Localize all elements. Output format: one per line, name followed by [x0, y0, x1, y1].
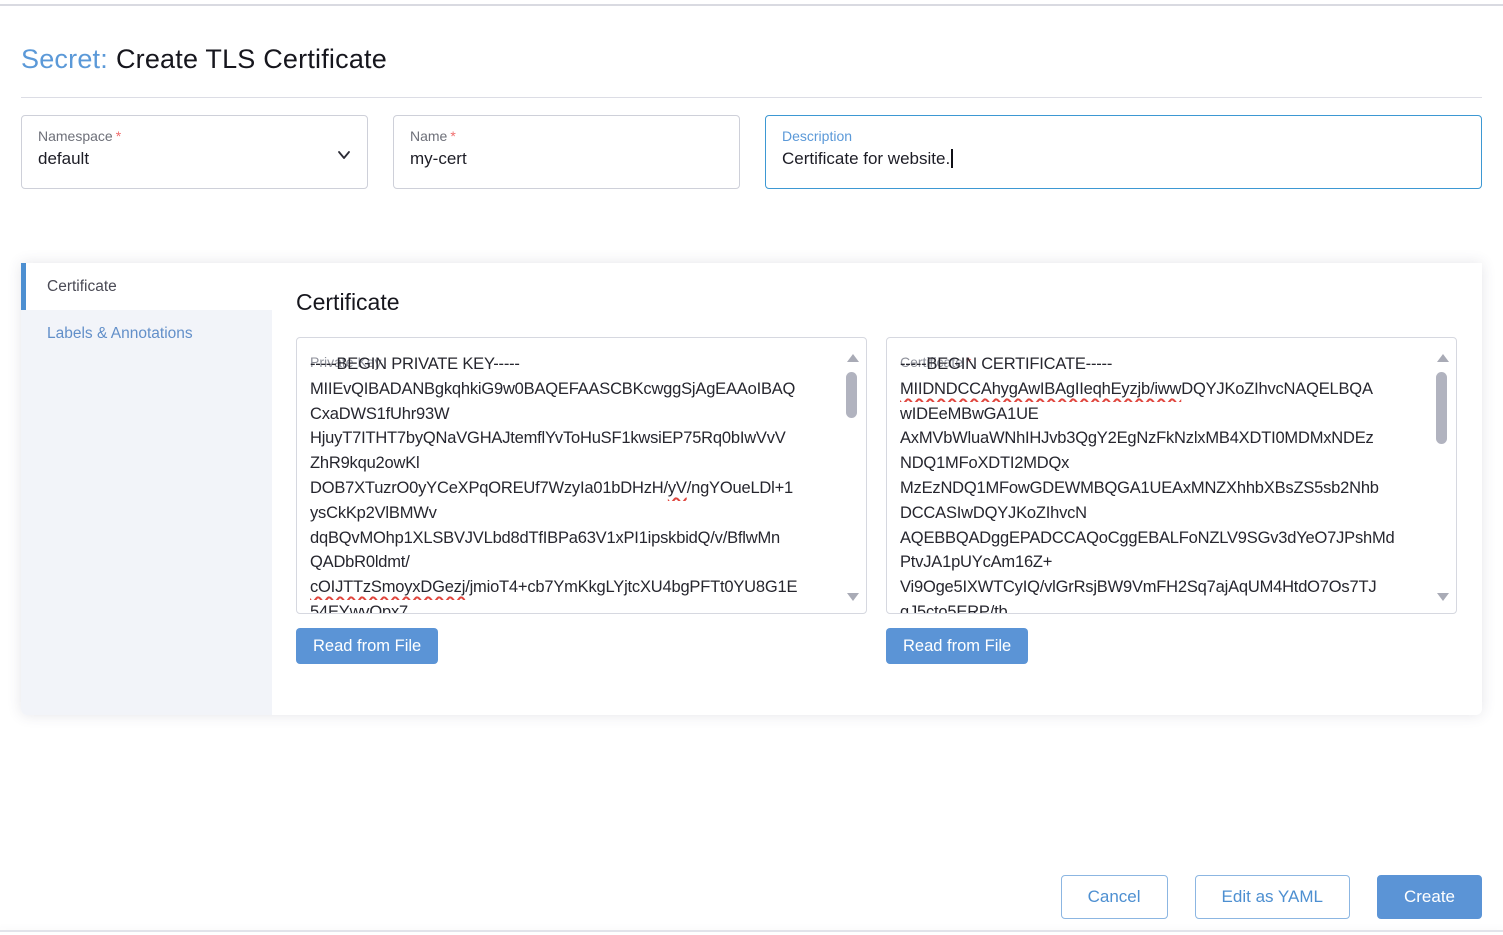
footer-actions: Cancel Edit as YAML Create	[1061, 875, 1482, 919]
name-label: Name*	[410, 128, 723, 144]
scroll-down-icon[interactable]	[847, 593, 859, 601]
top-divider	[0, 4, 1503, 6]
private-key-column: Private Key -----BEGIN PRIVATE KEY-----M…	[296, 337, 867, 664]
namespace-required-mark: *	[116, 128, 121, 144]
certificate-section-heading: Certificate	[296, 289, 1457, 316]
certificate-text: -----BEGIN CERTIFICATE-----MIIDNDCCAhygA…	[900, 352, 1422, 614]
page-title-resource-type: Secret:	[21, 44, 108, 74]
description-label: Description	[782, 128, 1465, 144]
certificate-scrollbar[interactable]	[1435, 338, 1451, 613]
metadata-form-row: Namespace* default Name* my-cert Descrip…	[21, 115, 1482, 189]
page-title-action: Create TLS Certificate	[116, 44, 387, 74]
private-key-read-from-file-button[interactable]: Read from File	[296, 628, 438, 664]
tab-certificate[interactable]: Certificate	[21, 263, 272, 310]
name-field[interactable]: Name* my-cert	[393, 115, 740, 189]
scrollbar-thumb[interactable]	[846, 372, 857, 418]
title-divider	[21, 97, 1482, 98]
tab-sidebar: Certificate Labels & Annotations	[21, 263, 272, 715]
description-field[interactable]: Description Certificate for website.	[765, 115, 1482, 189]
name-value: my-cert	[410, 149, 723, 169]
page-title: Secret: Create TLS Certificate	[21, 44, 387, 75]
certificate-inputs-row: Private Key -----BEGIN PRIVATE KEY-----M…	[296, 337, 1457, 664]
create-tls-secret-page: Secret: Create TLS Certificate Namespace*…	[0, 0, 1503, 935]
namespace-select[interactable]: Namespace* default	[21, 115, 368, 189]
create-button[interactable]: Create	[1377, 875, 1482, 919]
bottom-divider	[0, 930, 1503, 932]
edit-as-yaml-button[interactable]: Edit as YAML	[1195, 875, 1350, 919]
scrollbar-thumb[interactable]	[1436, 372, 1447, 444]
certificate-column: Certificate* -----BEGIN CERTIFICATE-----…	[886, 337, 1457, 664]
description-value: Certificate for website.	[782, 149, 1465, 169]
certificate-textarea[interactable]: Certificate* -----BEGIN CERTIFICATE-----…	[886, 337, 1457, 614]
namespace-label: Namespace*	[38, 128, 351, 144]
namespace-value: default	[38, 149, 351, 169]
secret-detail-panel: Certificate Labels & Annotations Certifi…	[21, 263, 1482, 715]
cancel-button[interactable]: Cancel	[1061, 875, 1168, 919]
name-required-mark: *	[450, 128, 455, 144]
scroll-up-icon[interactable]	[847, 354, 859, 362]
tab-labels-annotations[interactable]: Labels & Annotations	[21, 310, 272, 357]
chevron-down-icon	[337, 148, 349, 160]
scroll-up-icon[interactable]	[1437, 354, 1449, 362]
private-key-scrollbar[interactable]	[845, 338, 861, 613]
certificate-read-from-file-button[interactable]: Read from File	[886, 628, 1028, 664]
scroll-down-icon[interactable]	[1437, 593, 1449, 601]
text-cursor	[951, 149, 953, 168]
private-key-text: -----BEGIN PRIVATE KEY-----MIIEvQIBADANB…	[310, 352, 832, 614]
tab-content: Certificate Private Key -----BEGIN PRIVA…	[272, 263, 1482, 715]
private-key-textarea[interactable]: Private Key -----BEGIN PRIVATE KEY-----M…	[296, 337, 867, 614]
